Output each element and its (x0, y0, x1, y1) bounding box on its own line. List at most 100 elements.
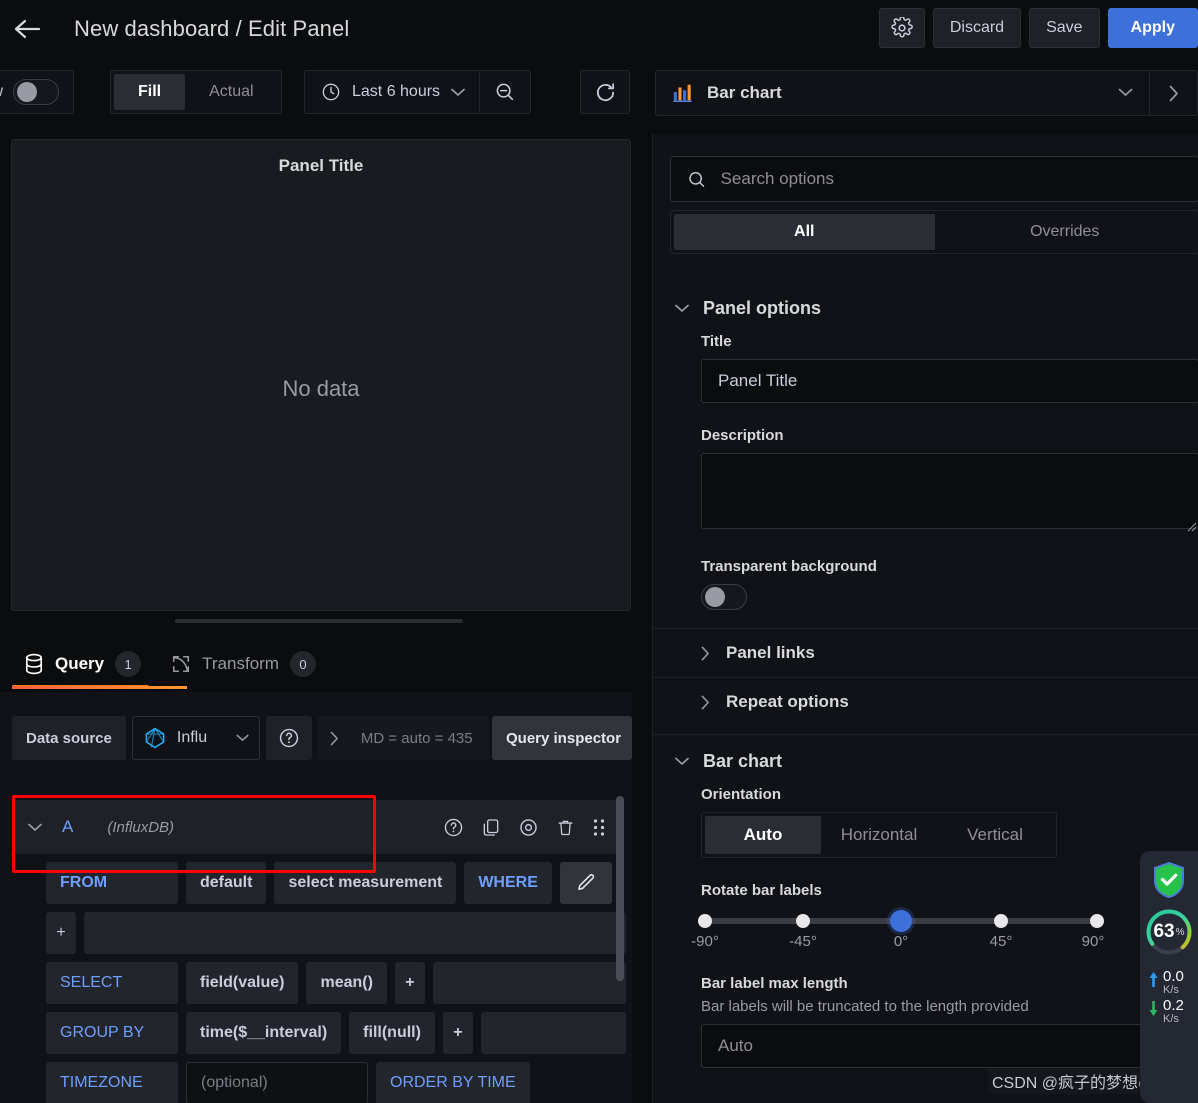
search-icon (689, 171, 705, 187)
query-ref-id[interactable]: A (62, 817, 73, 837)
panel-fit-segment: Fill Actual (110, 70, 282, 114)
tab-transform[interactable]: Transform 0 (159, 640, 334, 688)
shield-check-icon[interactable] (1152, 861, 1186, 899)
zoom-out-button[interactable] (480, 70, 530, 114)
arrow-up-icon (1149, 972, 1158, 987)
query-options-collapse[interactable]: MD = auto = 435 (317, 716, 489, 760)
discard-button[interactable]: Discard (932, 8, 1022, 48)
slider-thumb[interactable] (890, 910, 912, 932)
builder-row-group-by: GROUP BY time($__interval) fill(null) + (46, 1012, 626, 1054)
time-range-button[interactable]: Last 6 hours (305, 82, 479, 102)
builder-row-timezone: TIMEZONE (optional) ORDER BY TIME (46, 1062, 626, 1103)
datasource-picker[interactable]: Influ (131, 716, 260, 760)
query-hide-icon[interactable] (518, 817, 539, 838)
back-button[interactable] (0, 0, 54, 58)
query-builder: FROM default select measurement WHERE + … (46, 862, 626, 1103)
row-panel-links[interactable]: Panel links (653, 628, 1198, 677)
fit-option-fill[interactable]: Fill (114, 74, 186, 110)
select-add-button[interactable]: + (394, 962, 425, 1004)
from-keyword[interactable]: FROM (46, 862, 178, 904)
query-delete-icon[interactable] (556, 817, 575, 838)
database-icon (26, 653, 42, 675)
apply-button[interactable]: Apply (1107, 8, 1198, 48)
query-duplicate-icon[interactable] (481, 817, 501, 838)
save-button[interactable]: Save (1029, 8, 1100, 48)
from-policy[interactable]: default (186, 862, 267, 904)
switch-knob (705, 587, 725, 607)
description-label: Description (701, 427, 784, 444)
group-by-keyword[interactable]: GROUP BY (46, 1012, 178, 1054)
network-download-row: 0.2 K/s (1143, 998, 1195, 1025)
tab-all[interactable]: All (674, 214, 935, 250)
datasource-help-button[interactable] (265, 716, 312, 760)
panel-description-input[interactable] (701, 453, 1198, 529)
table-view-switch[interactable] (13, 79, 60, 105)
timezone-keyword[interactable]: TIMEZONE (46, 1062, 178, 1103)
group-by-fill[interactable]: fill(null) (349, 1012, 435, 1054)
add-where-button[interactable]: + (46, 912, 76, 954)
table-view-toggle-group: iew (0, 70, 75, 114)
select-field[interactable]: field(value) (186, 962, 299, 1004)
pencil-icon (578, 874, 595, 891)
viz-picker-button[interactable]: Bar chart (656, 70, 1149, 116)
panel-subsections: Panel links Repeat options (653, 628, 1198, 735)
slider-tick-3 (994, 914, 1008, 928)
field-bar-label-max-length: Bar label max length Bar labels will be … (653, 975, 1198, 1068)
query-collapse-toggle[interactable] (22, 823, 48, 832)
edit-raw-query-button[interactable] (559, 862, 612, 904)
select-empty-slot[interactable] (432, 962, 626, 1004)
query-help-icon[interactable] (443, 817, 464, 838)
query-datasource-name: (InfluxDB) (107, 818, 175, 836)
select-aggregation[interactable]: mean() (306, 962, 387, 1004)
table-view-label: iew (0, 83, 3, 101)
select-keyword[interactable]: SELECT (46, 962, 178, 1004)
preview-resize-handle[interactable] (175, 619, 463, 623)
panel-settings-button[interactable] (878, 8, 925, 48)
viz-options-toggle[interactable] (1150, 70, 1197, 116)
query-pane-scrollbar[interactable] (616, 796, 624, 981)
query-row-header: A (InfluxDB) (12, 800, 620, 854)
group-by-add-button[interactable]: + (442, 1012, 473, 1054)
group-by-time[interactable]: time($__interval) (186, 1012, 342, 1054)
floating-system-monitor-widget[interactable]: 63% 0.0 K/s 0.2 K/s (1140, 851, 1198, 1103)
gauge-unit: % (1175, 926, 1185, 938)
row-repeat-options[interactable]: Repeat options (653, 677, 1198, 726)
bar-label-max-length-input[interactable] (701, 1024, 1198, 1068)
section-panel-options[interactable]: Panel options (653, 276, 1198, 333)
arrow-left-icon (14, 19, 41, 39)
download-value: 0.2 (1163, 997, 1184, 1015)
search-input[interactable] (720, 169, 1182, 189)
resize-grip-icon[interactable] (1187, 522, 1197, 532)
tab-query[interactable]: Query 1 (12, 640, 159, 688)
transparent-background-switch[interactable] (701, 584, 747, 610)
panel-title-input[interactable] (701, 359, 1198, 403)
builder-row-from: FROM default select measurement WHERE (46, 862, 626, 904)
chevron-down-icon (1118, 88, 1133, 96)
grafana-edit-panel: New dashboard / Edit Panel Discard Save … (0, 0, 1198, 1103)
datasource-caret (236, 729, 249, 747)
where-empty-slot[interactable] (84, 912, 626, 954)
orientation-vertical[interactable]: Vertical (937, 816, 1053, 854)
section-bar-chart[interactable]: Bar chart (653, 735, 1198, 786)
orientation-horizontal[interactable]: Horizontal (821, 816, 937, 854)
fit-option-actual[interactable]: Actual (185, 74, 277, 110)
query-inspector-button[interactable]: Query inspector (492, 716, 632, 760)
timezone-input[interactable]: (optional) (186, 1062, 368, 1103)
where-keyword[interactable]: WHERE (464, 862, 552, 904)
query-drag-handle-icon[interactable] (592, 817, 606, 838)
maxlen-label: Bar label max length (701, 975, 848, 992)
tab-overrides[interactable]: Overrides (935, 214, 1196, 250)
tick-label-zero: 0° (893, 933, 909, 950)
slider-tick-0 (698, 914, 712, 928)
panel-preview: Panel Title No data (11, 139, 631, 611)
options-search-box[interactable] (670, 156, 1198, 202)
order-by-time-keyword[interactable]: ORDER BY TIME (376, 1062, 530, 1103)
orientation-auto[interactable]: Auto (705, 816, 821, 854)
refresh-button[interactable] (580, 70, 630, 114)
rotate-slider[interactable]: -90° -45° 0° 45° 90° (691, 908, 1104, 955)
from-measurement[interactable]: select measurement (274, 862, 457, 904)
slider-track[interactable] (698, 910, 1104, 932)
group-by-empty-slot[interactable] (480, 1012, 626, 1054)
slider-tick-4 (1090, 914, 1104, 928)
bottom-pane-tabs: Query 1 Transform 0 (0, 640, 632, 692)
